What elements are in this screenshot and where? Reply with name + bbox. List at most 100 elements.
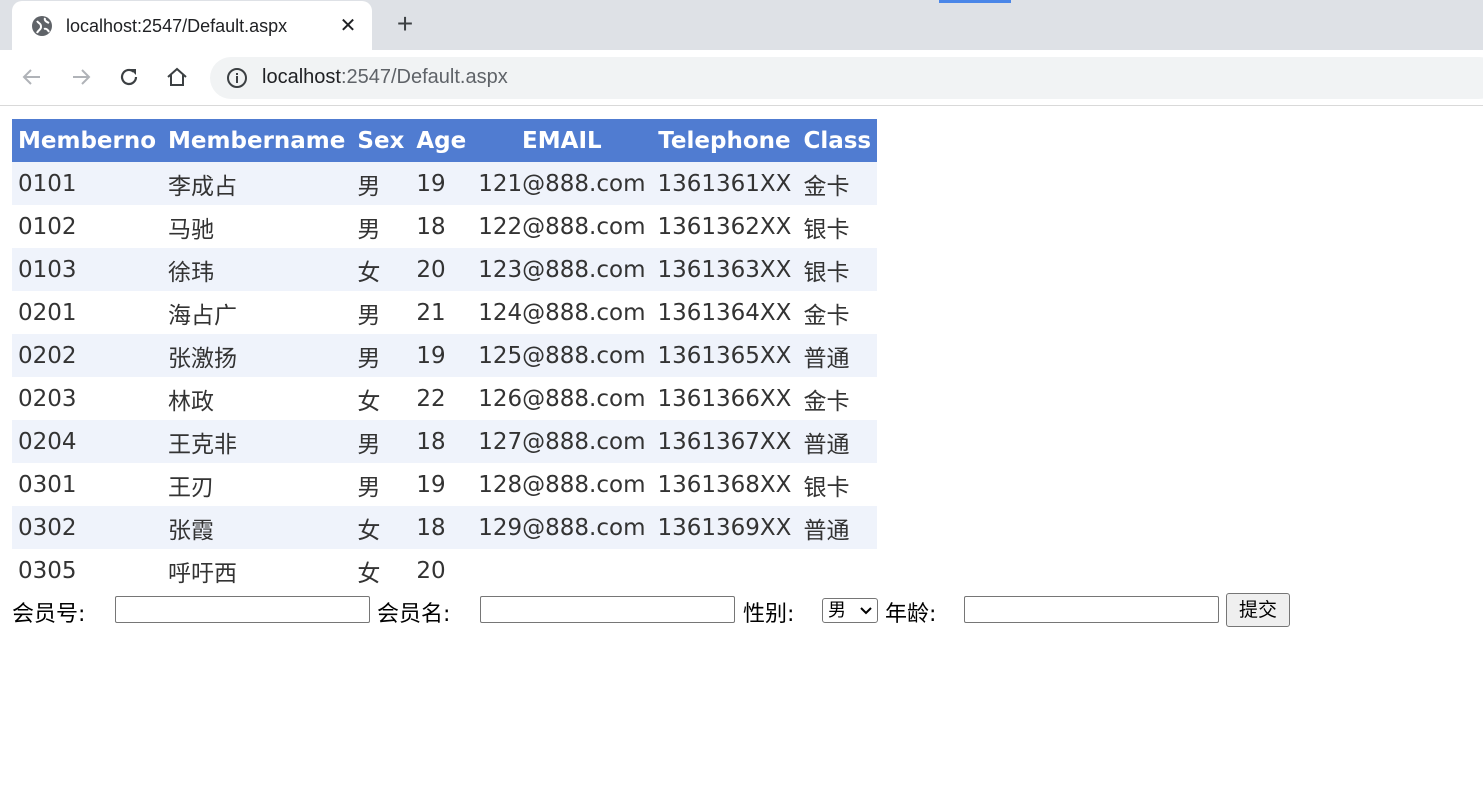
col-header-membername: Membername bbox=[162, 119, 352, 162]
cell-membername: 林政 bbox=[162, 377, 352, 420]
cell-telephone bbox=[651, 549, 798, 592]
cell-class: 金卡 bbox=[797, 377, 878, 420]
home-icon[interactable] bbox=[165, 65, 189, 89]
forward-icon[interactable] bbox=[69, 65, 93, 89]
cell-memberno: 0102 bbox=[12, 205, 163, 248]
membername-label: 会员名: bbox=[377, 602, 451, 627]
col-header-memberno: Memberno bbox=[12, 119, 163, 162]
cell-telephone: 1361364XX bbox=[651, 291, 798, 334]
cell-telephone: 1361368XX bbox=[651, 463, 798, 506]
cell-class: 金卡 bbox=[797, 162, 878, 205]
cell-membername: 海占广 bbox=[162, 291, 352, 334]
cell-email: 129@888.com bbox=[472, 506, 652, 549]
table-row: 0103 徐玮 女 20 123@888.com 1361363XX 银卡 bbox=[12, 248, 878, 291]
cell-memberno: 0101 bbox=[12, 162, 163, 205]
table-row: 0201 海占广 男 21 124@888.com 1361364XX 金卡 bbox=[12, 291, 878, 334]
cell-age: 20 bbox=[410, 549, 473, 592]
cell-telephone: 1361365XX bbox=[651, 334, 798, 377]
cell-class: 金卡 bbox=[797, 291, 878, 334]
chevron-down-icon bbox=[860, 599, 872, 630]
cell-membername: 马驰 bbox=[162, 205, 352, 248]
page-content: Memberno Membername Sex Age EMAIL Teleph… bbox=[12, 119, 878, 592]
cell-telephone: 1361362XX bbox=[651, 205, 798, 248]
address-bar[interactable]: localhost:2547/Default.aspx bbox=[210, 57, 1483, 99]
cell-age: 18 bbox=[410, 420, 473, 463]
cell-telephone: 1361369XX bbox=[651, 506, 798, 549]
cell-age: 22 bbox=[410, 377, 473, 420]
cell-membername: 王克非 bbox=[162, 420, 352, 463]
cell-age: 18 bbox=[410, 205, 473, 248]
age-input[interactable] bbox=[964, 596, 1219, 623]
table-row: 0305 呼吁西 女 20 bbox=[12, 549, 878, 592]
submit-button[interactable]: 提交 bbox=[1226, 593, 1290, 627]
back-icon[interactable] bbox=[20, 65, 44, 89]
table-row: 0204 王克非 男 18 127@888.com 1361367XX 普通 bbox=[12, 420, 878, 463]
cell-class: 银卡 bbox=[797, 248, 878, 291]
cell-sex: 男 bbox=[351, 162, 411, 205]
cell-age: 18 bbox=[410, 506, 473, 549]
cell-email: 127@888.com bbox=[472, 420, 652, 463]
cell-sex: 女 bbox=[351, 248, 411, 291]
cell-telephone: 1361367XX bbox=[651, 420, 798, 463]
col-header-class: Class bbox=[797, 119, 878, 162]
cell-memberno: 0103 bbox=[12, 248, 163, 291]
cell-membername: 张激扬 bbox=[162, 334, 352, 377]
table-row: 0101 李成占 男 19 121@888.com 1361361XX 金卡 bbox=[12, 162, 878, 205]
cell-sex: 女 bbox=[351, 549, 411, 592]
cell-sex: 男 bbox=[351, 334, 411, 377]
cell-email: 128@888.com bbox=[472, 463, 652, 506]
cell-memberno: 0302 bbox=[12, 506, 163, 549]
cell-membername: 李成占 bbox=[162, 162, 352, 205]
cell-class: 普通 bbox=[797, 420, 878, 463]
member-table: Memberno Membername Sex Age EMAIL Teleph… bbox=[12, 119, 878, 592]
cell-email: 122@888.com bbox=[472, 205, 652, 248]
table-row: 0302 张霞 女 18 129@888.com 1361369XX 普通 bbox=[12, 506, 878, 549]
cell-email: 124@888.com bbox=[472, 291, 652, 334]
cell-class: 普通 bbox=[797, 334, 878, 377]
table-header-row: Memberno Membername Sex Age EMAIL Teleph… bbox=[12, 119, 878, 162]
cell-sex: 男 bbox=[351, 291, 411, 334]
reload-icon[interactable] bbox=[117, 65, 141, 89]
cell-class bbox=[797, 549, 878, 592]
cell-class: 银卡 bbox=[797, 205, 878, 248]
cell-email: 123@888.com bbox=[472, 248, 652, 291]
cell-memberno: 0201 bbox=[12, 291, 163, 334]
cell-membername: 张霞 bbox=[162, 506, 352, 549]
cell-age: 21 bbox=[410, 291, 473, 334]
cell-memberno: 0203 bbox=[12, 377, 163, 420]
cell-telephone: 1361366XX bbox=[651, 377, 798, 420]
browser-toolbar: localhost:2547/Default.aspx bbox=[0, 50, 1483, 106]
memberno-label: 会员号: bbox=[12, 602, 86, 627]
cell-class: 普通 bbox=[797, 506, 878, 549]
cell-sex: 男 bbox=[351, 420, 411, 463]
url-text: localhost:2547/Default.aspx bbox=[262, 66, 508, 89]
cell-sex: 男 bbox=[351, 205, 411, 248]
cell-age: 19 bbox=[410, 334, 473, 377]
memberno-input[interactable] bbox=[115, 596, 370, 623]
plus-icon[interactable]: + bbox=[392, 10, 418, 38]
sex-select[interactable]: 男 bbox=[822, 598, 878, 623]
tab-strip: localhost:2547/Default.aspx ✕ + bbox=[0, 0, 1483, 50]
cell-age: 19 bbox=[410, 162, 473, 205]
cell-age: 20 bbox=[410, 248, 473, 291]
cell-email: 121@888.com bbox=[472, 162, 652, 205]
cell-memberno: 0301 bbox=[12, 463, 163, 506]
col-header-age: Age bbox=[410, 119, 473, 162]
tab-indicator bbox=[939, 0, 1011, 3]
cell-memberno: 0204 bbox=[12, 420, 163, 463]
cell-telephone: 1361363XX bbox=[651, 248, 798, 291]
tab-title: localhost:2547/Default.aspx bbox=[66, 16, 288, 36]
membername-input[interactable] bbox=[480, 596, 735, 623]
cell-telephone: 1361361XX bbox=[651, 162, 798, 205]
browser-tab[interactable]: localhost:2547/Default.aspx ✕ bbox=[12, 1, 372, 50]
globe-icon bbox=[31, 15, 53, 37]
table-row: 0203 林政 女 22 126@888.com 1361366XX 金卡 bbox=[12, 377, 878, 420]
age-label: 年龄: bbox=[885, 602, 937, 627]
close-icon[interactable]: ✕ bbox=[336, 14, 360, 38]
col-header-email: EMAIL bbox=[472, 119, 652, 162]
cell-memberno: 0202 bbox=[12, 334, 163, 377]
cell-sex: 女 bbox=[351, 377, 411, 420]
col-header-telephone: Telephone bbox=[651, 119, 798, 162]
table-row: 0102 马驰 男 18 122@888.com 1361362XX 银卡 bbox=[12, 205, 878, 248]
info-icon[interactable] bbox=[226, 67, 248, 89]
